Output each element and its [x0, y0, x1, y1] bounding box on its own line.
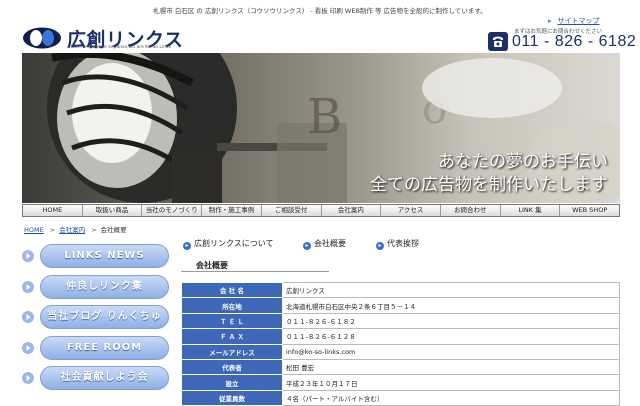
- row-label: 設立: [181, 374, 283, 391]
- subnav-about-label: 広創リンクスについて: [194, 239, 274, 248]
- nav-craftsmanship[interactable]: 当社のモノづくり: [142, 205, 203, 216]
- row-label: 代表者: [181, 358, 283, 376]
- arrow-right-icon: [22, 281, 34, 293]
- nav-home[interactable]: HOME: [23, 205, 83, 216]
- subnav-greeting[interactable]: ▸ 代表挨拶: [376, 238, 419, 250]
- row-value: ４名（パート・アルバイト含む）: [282, 389, 620, 406]
- subnav-overview-label: 会社概要: [314, 239, 346, 248]
- row-label: 従業員数: [181, 389, 283, 406]
- nav-webshop[interactable]: WEB SHOP: [560, 205, 619, 216]
- nav-products[interactable]: 取扱い商品: [83, 205, 143, 216]
- table-row: 会 社 名広創リンクス: [181, 281, 620, 299]
- table-row: 代表者 松田 豊宏: [181, 358, 620, 376]
- section-divider: [181, 271, 329, 272]
- phone-number: 011 - 826 - 6182: [512, 33, 637, 50]
- sidebar-free-room[interactable]: FREE ROOM: [40, 336, 169, 360]
- row-label: Ｆ Ａ Ｘ: [181, 328, 283, 345]
- table-row: Ｆ Ａ Ｘ ０１１-８２６-６１２８: [181, 328, 620, 345]
- company-info-table: 会 社 名広創リンクス 所在地 北海道札幌市白石区中央２条６丁目５－１４ Ｔ Ｅ …: [181, 281, 620, 406]
- breadcrumb-separator: >: [49, 226, 56, 234]
- hero-banner: B o あなたの夢のお手伝い 全ての広告物を制作いたします: [22, 53, 620, 203]
- breadcrumb: HOME > 会社案内 > 会社概要: [24, 224, 127, 234]
- section-title: 会社概要: [196, 261, 228, 270]
- nav-consultation[interactable]: ご相談受付: [262, 205, 322, 216]
- arrow-right-icon: [22, 311, 34, 323]
- breadcrumb-current: 会社概要: [100, 226, 127, 234]
- breadcrumb-home[interactable]: HOME: [24, 226, 44, 234]
- arrow-right-icon: [22, 372, 34, 384]
- logo-tagline: Links for creative expanse,we are Ko-So …: [68, 45, 171, 50]
- sidebar-friend-links[interactable]: 仲良しリンク集: [40, 275, 169, 299]
- logo-mark-icon: [23, 27, 61, 49]
- arrow-right-icon: ▸: [548, 17, 552, 25]
- subnav-greeting-label: 代表挨拶: [387, 239, 419, 248]
- row-value: 広創リンクス: [282, 281, 620, 299]
- hero-subheadline: 全ての広告物を制作いたします: [370, 175, 608, 195]
- arrow-right-icon: ▸: [183, 242, 191, 250]
- table-row: 設立 平成２３年１０月１７日: [181, 374, 620, 391]
- arrow-right-icon: ▸: [376, 242, 384, 250]
- row-value: ０１１-８２６-６１８２: [282, 312, 620, 330]
- sidebar-links-news[interactable]: LINKS NEWS: [40, 244, 169, 268]
- nav-company[interactable]: 会社案内: [322, 205, 382, 216]
- nav-links[interactable]: LINK 集: [501, 205, 561, 216]
- svg-text:B: B: [307, 89, 342, 145]
- sitemap-label: サイトマップ: [557, 17, 600, 25]
- row-value: 北海道札幌市白石区中央２条６丁目５－１４: [282, 297, 620, 314]
- site-logo[interactable]: 広創リンクス Links for creative expanse,we are…: [22, 26, 183, 54]
- nav-works[interactable]: 制作・施工事例: [202, 205, 262, 216]
- row-value: ０１１-８２６-６１２８: [282, 328, 620, 345]
- main-nav: HOME 取扱い商品 当社のモノづくり 制作・施工事例 ご相談受付 会社案内 ア…: [22, 204, 620, 217]
- sidebar-blog[interactable]: 当社ブログ りんくちゅ: [40, 305, 169, 329]
- table-row: 従業員数 ４名（パート・アルバイト含む）: [181, 389, 620, 406]
- arrow-right-icon: [22, 250, 34, 262]
- row-label: 所在地: [181, 297, 283, 314]
- row-label: 会 社 名: [181, 281, 283, 299]
- hero-headline: あなたの夢のお手伝い: [438, 152, 608, 172]
- site-description: 札幌市 白石区 の 広創リンクス（コウソウリンクス） - 看板 印刷 WEB制作…: [153, 7, 487, 15]
- table-row: 所在地 北海道札幌市白石区中央２条６丁目５－１４: [181, 297, 620, 314]
- phone-icon: [488, 32, 508, 51]
- arrow-right-icon: [22, 342, 34, 354]
- subnav-overview[interactable]: ▸ 会社概要: [303, 238, 346, 250]
- row-label: メールアドレス: [181, 343, 283, 360]
- sitemap-link[interactable]: ▸ サイトマップ: [548, 16, 600, 26]
- row-label: Ｔ Ｅ Ｌ: [181, 312, 283, 330]
- breadcrumb-separator: >: [91, 226, 97, 234]
- row-value: 松田 豊宏: [282, 358, 620, 376]
- table-row: Ｔ Ｅ Ｌ ０１１-８２６-６１８２: [181, 312, 620, 330]
- nav-access[interactable]: アクセス: [381, 205, 441, 216]
- arrow-right-icon: ▸: [303, 242, 311, 250]
- nav-contact[interactable]: お問合わせ: [441, 205, 501, 216]
- row-value: info@ko-so-links.com: [282, 343, 620, 360]
- breadcrumb-company[interactable]: 会社案内: [59, 226, 85, 234]
- row-value: 平成２３年１０月１７日: [282, 374, 620, 391]
- sidebar-social-contribution[interactable]: 社会貢献しよう会: [40, 366, 169, 390]
- table-row: メールアドレス info@ko-so-links.com: [181, 343, 620, 360]
- subnav-about[interactable]: ▸ 広創リンクスについて: [183, 238, 274, 250]
